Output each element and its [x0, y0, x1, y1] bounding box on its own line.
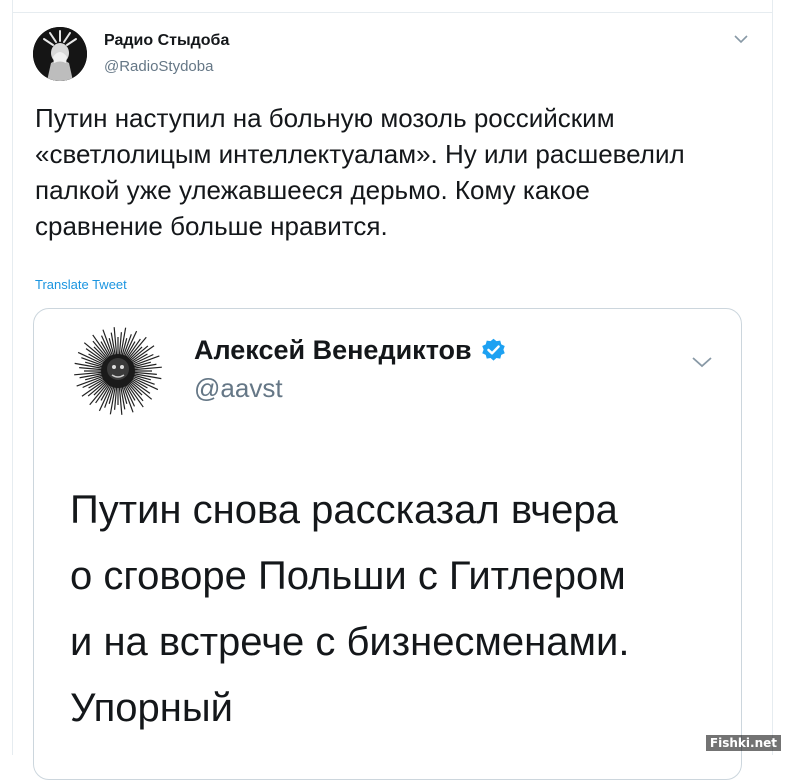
- author-name[interactable]: Радио Стыдоба: [104, 32, 229, 50]
- translate-tweet-link[interactable]: Translate Tweet: [35, 277, 127, 292]
- quoted-author-handle: @aavst: [194, 373, 283, 403]
- author-avatar[interactable]: [33, 27, 87, 81]
- quoted-tweet-text: Путин снова рассказал вчера о сговоре По…: [70, 488, 630, 730]
- author-handle: @RadioStydoba: [104, 58, 214, 75]
- quoted-author-name[interactable]: Алексей Венедиктов: [194, 335, 472, 366]
- chevron-down-icon[interactable]: [732, 30, 750, 48]
- statue-avatar-image: [33, 27, 87, 81]
- verified-badge-icon: [481, 338, 505, 361]
- portrait-avatar-image: [70, 323, 166, 419]
- tweet-card: Радио Стыдоба @RadioStydoba Путин наступ…: [12, 12, 773, 780]
- quoted-tweet[interactable]: Алексей Венедиктов @aavst Путин снова ра…: [33, 308, 742, 780]
- quoted-author-name-row: Алексей Венедиктов: [194, 335, 507, 366]
- tweet-text: Путин наступил на больную мозоль российс…: [35, 103, 685, 241]
- site-watermark: Fishki.net: [705, 735, 781, 751]
- chevron-down-icon[interactable]: [689, 349, 715, 375]
- quoted-author-avatar[interactable]: [70, 323, 166, 419]
